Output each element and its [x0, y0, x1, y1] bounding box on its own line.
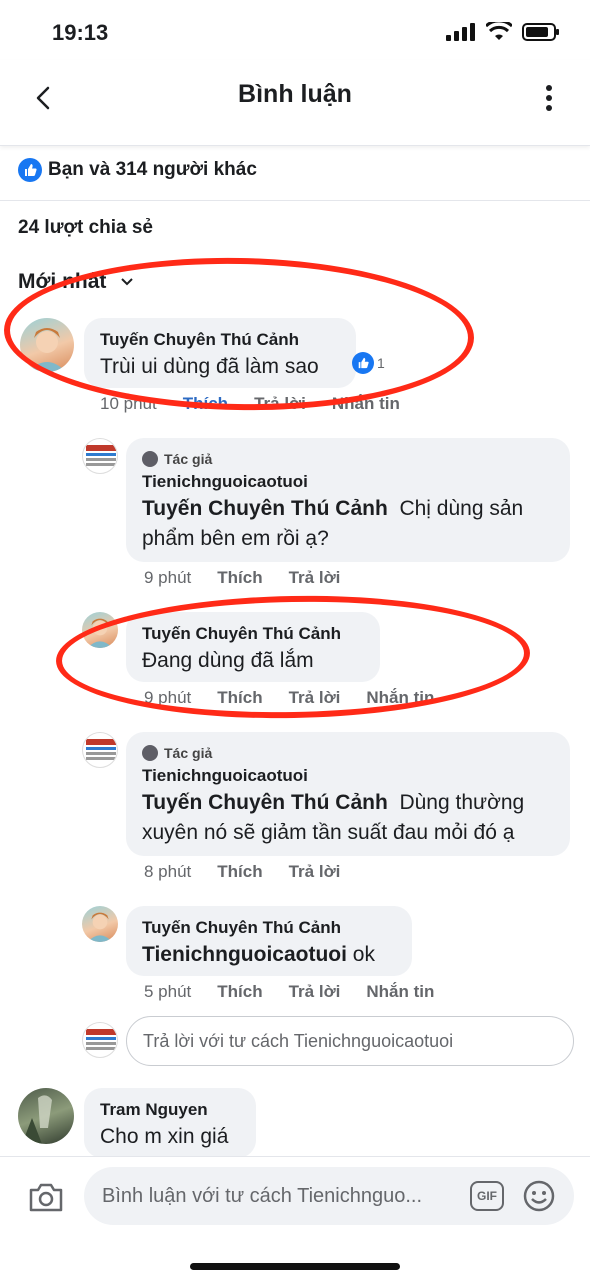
message-button[interactable]: Nhắn tin — [366, 982, 434, 1002]
bottom-bar: Bình luận với tư cách Tienichnguo... GIF — [0, 1156, 590, 1280]
comment-composer[interactable]: Bình luận với tư cách Tienichnguo... GIF — [84, 1167, 574, 1225]
author-icon — [142, 451, 158, 467]
comment-author[interactable]: Tuyến Chuyên Thú Cảnh — [142, 916, 396, 940]
author-badge: Tác giả — [142, 742, 554, 764]
likes-summary[interactable]: Bạn và 314 người khác — [18, 150, 257, 190]
comment-body: ok — [352, 943, 375, 966]
like-button[interactable]: Thích — [217, 982, 262, 1002]
author-badge-label: Tác giả — [164, 451, 213, 467]
like-button[interactable]: Thích — [217, 862, 262, 882]
like-button[interactable]: Thích — [217, 568, 262, 588]
reply-button[interactable]: Trả lời — [289, 982, 341, 1002]
comment-actions: 5 phút Thích Trả lời Nhắn tin — [144, 982, 434, 1002]
comment-text: Tuyến Chuyên Thú Cảnh Chị dùng sản phẩm … — [142, 494, 554, 554]
avatar[interactable] — [82, 438, 118, 474]
battery-icon — [522, 23, 559, 41]
comment-text: Cho m xin giá — [100, 1125, 229, 1148]
reply-button[interactable]: Trả lời — [289, 568, 341, 588]
comment-text: Tuyến Chuyên Thú Cảnh Dùng thường xuyên … — [142, 788, 554, 848]
mention[interactable]: Tuyến Chuyên Thú Cảnh — [142, 497, 388, 520]
comment-time: 9 phút — [144, 568, 192, 587]
comment-actions: 8 phút Thích Trả lời — [144, 862, 340, 882]
comment-author[interactable]: Tram Nguyen — [100, 1098, 240, 1122]
comment-bubble[interactable]: Tram Nguyen Cho m xin giá — [84, 1088, 256, 1158]
annotation-circle — [2, 253, 476, 415]
likes-count-text: Bạn và 314 người khác — [48, 159, 257, 180]
mention[interactable]: Tienichnguoicaotuoi — [142, 943, 347, 966]
comment-author[interactable]: Tienichnguoicaotuoi — [142, 470, 554, 494]
avatar — [82, 1022, 118, 1058]
reply-input-placeholder: Trả lời với tư cách Tienichnguoicaotuoi — [143, 1030, 454, 1051]
camera-icon[interactable] — [26, 1177, 66, 1217]
reply-input[interactable]: Trả lời với tư cách Tienichnguoicaotuoi — [126, 1016, 574, 1066]
status-bar: 19:13 — [0, 0, 590, 60]
wifi-icon — [486, 22, 512, 40]
status-icons — [446, 22, 560, 42]
status-time: 19:13 — [52, 20, 109, 45]
reply-bubble[interactable]: Tác giả Tienichnguoicaotuoi Tuyến Chuyên… — [126, 732, 570, 856]
author-badge-label: Tác giả — [164, 745, 213, 761]
mention[interactable]: Tuyến Chuyên Thú Cảnh — [142, 791, 388, 814]
signal-icon — [446, 23, 475, 41]
avatar[interactable] — [82, 906, 118, 942]
comment-actions: 9 phút Thích Trả lời — [144, 568, 340, 588]
comment-time: 5 phút — [144, 982, 192, 1001]
annotation-circle — [54, 591, 532, 723]
page-title: Bình luận — [238, 80, 352, 108]
gif-button[interactable]: GIF — [470, 1181, 504, 1211]
author-badge: Tác giả — [142, 448, 554, 470]
emoji-icon[interactable] — [522, 1179, 556, 1213]
home-indicator — [190, 1263, 400, 1270]
header: Bình luận — [0, 60, 590, 146]
comment-author[interactable]: Tienichnguoicaotuoi — [142, 764, 554, 788]
reply-button[interactable]: Trả lời — [289, 862, 341, 882]
divider — [0, 200, 590, 201]
reply-bubble[interactable]: Tuyến Chuyên Thú Cảnh Tienichnguoicaotuo… — [126, 906, 412, 976]
avatar[interactable] — [18, 1088, 74, 1144]
shares-count[interactable]: 24 lượt chia sẻ — [18, 217, 153, 239]
more-options-icon[interactable] — [534, 78, 564, 118]
author-icon — [142, 745, 158, 761]
reply-bubble[interactable]: Tác giả Tienichnguoicaotuoi Tuyến Chuyên… — [126, 438, 570, 562]
composer-placeholder: Bình luận với tư cách Tienichnguo... — [102, 1184, 423, 1207]
like-reaction-icon — [18, 158, 42, 182]
avatar[interactable] — [82, 732, 118, 768]
comment-time: 8 phút — [144, 862, 192, 881]
comment-text: Tienichnguoicaotuoi ok — [142, 940, 396, 970]
